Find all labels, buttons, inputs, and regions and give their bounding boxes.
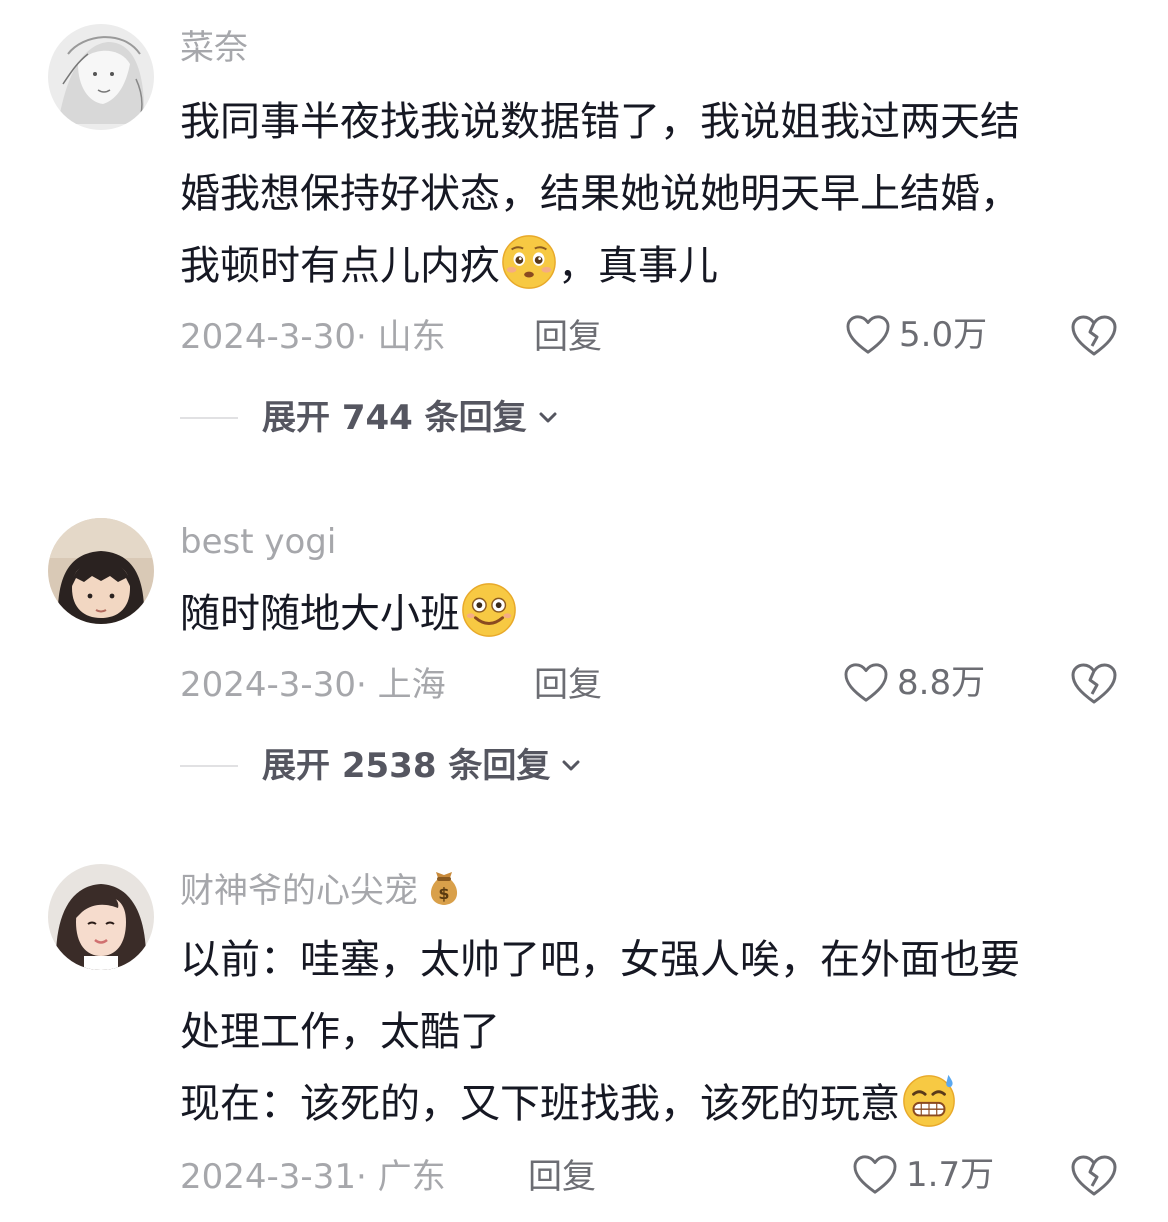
heart-icon — [844, 663, 888, 702]
comment-line: 我同事半夜找我说数据错了，我说姐我过两天结 — [180, 99, 1020, 145]
like-count: 8.8万 — [897, 663, 986, 703]
like-count: 1.7万 — [906, 1155, 995, 1195]
comment-line: 我顿时有点儿内疚 ，真事儿 — [180, 230, 1120, 302]
grinning-sweat-face-icon — [903, 1074, 955, 1127]
like-button[interactable]: 5.0万 — [845, 313, 987, 357]
heart-icon — [846, 315, 890, 354]
comment-line: 以前：哇塞，太帅了吧，女强人唉，在外面也要 — [180, 937, 1020, 983]
comment-line: 现在：该死的，又下班找我，该死的玩意 — [180, 1068, 1120, 1140]
reply-button[interactable]: 回复 — [534, 663, 602, 707]
avatar[interactable] — [48, 518, 154, 624]
chevron-down-icon — [539, 412, 557, 423]
broken-heart-icon — [1071, 663, 1117, 704]
smiling-face-icon — [462, 583, 516, 637]
comment-line: 随时随地大小班 — [180, 578, 1120, 650]
reply-button[interactable]: 回复 — [534, 315, 602, 359]
dislike-button[interactable] — [1070, 314, 1118, 358]
expand-replies-button[interactable]: 展开 744 条回复 — [180, 396, 563, 440]
broken-heart-icon — [1071, 1155, 1117, 1196]
reply-count: 2538 — [341, 746, 437, 786]
comment-line: 处理工作，太酷了 — [180, 1009, 500, 1055]
date-location: 2024-3-30· 上海 — [180, 665, 446, 705]
money-bag-icon: $ — [430, 872, 458, 905]
dislike-button[interactable] — [1070, 1154, 1118, 1198]
chevron-down-icon — [562, 760, 580, 771]
avatar[interactable] — [48, 864, 154, 970]
reply-count: 744 — [341, 398, 413, 438]
expand-replies-button[interactable]: 展开 2538 条回复 — [180, 744, 586, 788]
broken-heart-icon — [1071, 315, 1117, 356]
like-button[interactable]: 1.7万 — [852, 1153, 994, 1197]
pleading-face-icon — [502, 235, 556, 289]
date-location: 2024-3-30· 山东 — [180, 317, 446, 357]
avatar[interactable] — [48, 24, 154, 130]
comment-line: 婚我想保持好状态，结果她说她明天早上结婚， — [180, 171, 1020, 217]
reply-button[interactable]: 回复 — [528, 1155, 596, 1199]
divider — [180, 765, 238, 767]
svg-text:$: $ — [438, 884, 449, 903]
comment-text: 随时随地大小班 — [180, 578, 1120, 650]
divider — [180, 417, 238, 419]
like-count: 5.0万 — [899, 315, 988, 355]
username[interactable]: 财神爷的心尖宠 $ — [180, 868, 464, 911]
username[interactable]: best yogi — [180, 522, 336, 562]
like-button[interactable]: 8.8万 — [843, 661, 985, 705]
comment-text: 以前：哇塞，太帅了吧，女强人唉，在外面也要 处理工作，太酷了 现在：该死的，又下… — [180, 924, 1120, 1140]
date-location: 2024-3-31· 广东 — [180, 1157, 446, 1197]
comment-text: 我同事半夜找我说数据错了，我说姐我过两天结 婚我想保持好状态，结果她说她明天早上… — [180, 86, 1120, 302]
username[interactable]: 菜奈 — [180, 28, 248, 68]
heart-icon — [853, 1155, 897, 1194]
dislike-button[interactable] — [1070, 662, 1118, 706]
